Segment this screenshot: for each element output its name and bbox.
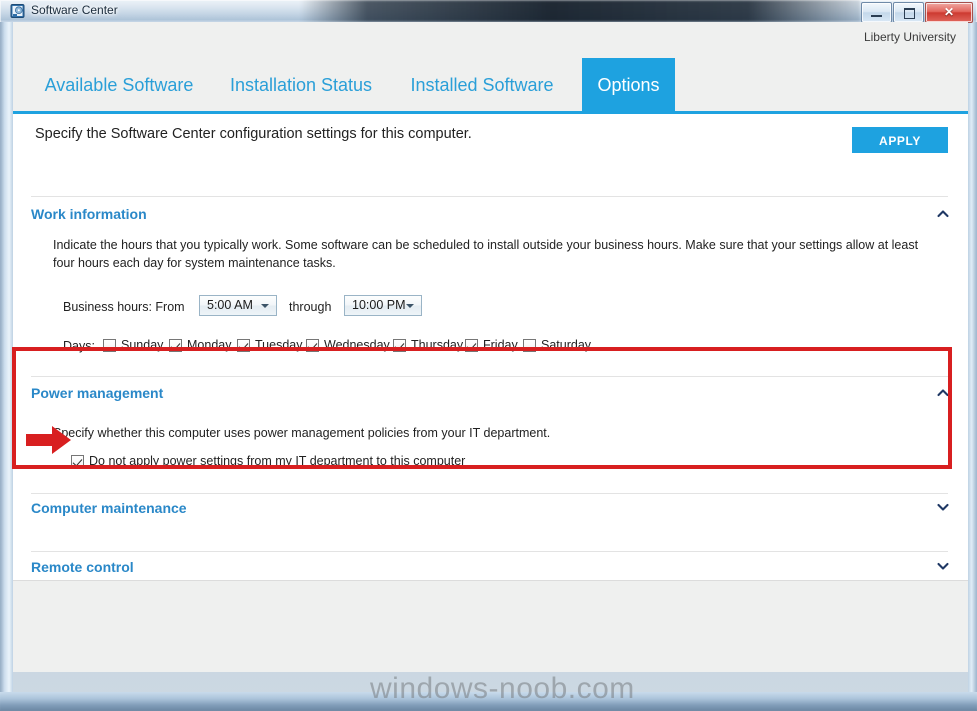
checkbox-saturday-box xyxy=(523,338,536,352)
tab-bar: Available Software Installation Status I… xyxy=(13,58,968,113)
chevron-up-icon-work-information[interactable] xyxy=(936,207,950,221)
checkbox-tuesday-label: Tuesday xyxy=(255,338,303,352)
checkbox-thursday-label: Thursday xyxy=(411,338,464,352)
business-hours-to-value: 10:00 PM xyxy=(352,298,406,312)
day-checkbox-monday[interactable]: Monday xyxy=(169,338,231,352)
window-title: Software Center xyxy=(31,3,118,17)
day-checkbox-wednesday[interactable]: Wednesday xyxy=(306,338,390,352)
screen: Software Center ✕ Liberty University Ava… xyxy=(0,0,977,711)
business-hours-from-select[interactable]: 5:00 AM xyxy=(199,295,277,316)
frame-bottom-border xyxy=(0,692,977,711)
business-hours-to-select[interactable]: 10:00 PM xyxy=(344,295,422,316)
power-settings-checkbox[interactable]: Do not apply power settings from my IT d… xyxy=(71,454,465,468)
day-checkbox-friday[interactable]: Friday xyxy=(465,338,518,352)
minimize-button[interactable] xyxy=(861,2,892,23)
annotation-arrow-icon xyxy=(26,425,72,455)
maximize-button[interactable] xyxy=(893,2,924,23)
section-title-power-management[interactable]: Power management xyxy=(31,385,163,401)
maximize-icon xyxy=(904,8,915,19)
chevron-down-icon-to xyxy=(406,304,414,308)
footer-bar xyxy=(13,580,968,672)
close-button[interactable]: ✕ xyxy=(925,2,973,23)
divider-remote-control xyxy=(31,551,948,552)
section-description-work-information: Indicate the hours that you typically wo… xyxy=(53,238,919,271)
application-body: Liberty University Available Software In… xyxy=(13,22,968,672)
chevron-up-icon-power-management[interactable] xyxy=(936,386,950,400)
business-hours-label: Business hours: From xyxy=(63,300,185,314)
checkbox-thursday-box xyxy=(393,338,406,352)
day-checkbox-saturday[interactable]: Saturday xyxy=(523,338,591,352)
checkbox-tuesday-box xyxy=(237,338,250,352)
minimize-icon xyxy=(871,15,882,17)
options-content: Specify the Software Center configuratio… xyxy=(13,114,968,580)
title-bar[interactable]: Software Center ✕ xyxy=(0,0,977,23)
page-intro: Specify the Software Center configuratio… xyxy=(35,126,472,142)
checkbox-monday-label: Monday xyxy=(187,338,232,352)
checkbox-power-settings-label: Do not apply power settings from my IT d… xyxy=(89,454,466,468)
chevron-down-icon-computer-maintenance[interactable] xyxy=(936,500,950,514)
chevron-down-icon-from xyxy=(261,304,269,308)
business-hours-from-value: 5:00 AM xyxy=(207,298,253,312)
checkbox-wednesday-box xyxy=(306,338,319,352)
tab-installation-status[interactable]: Installation Status xyxy=(220,58,382,113)
apply-button[interactable]: APPLY xyxy=(852,127,948,153)
checkbox-friday-box xyxy=(465,338,478,352)
checkbox-sunday-label: Sunday xyxy=(121,338,164,352)
divider-computer-maintenance xyxy=(31,493,948,494)
day-checkbox-sunday[interactable]: Sunday xyxy=(103,338,163,352)
software-center-icon xyxy=(10,3,26,19)
frame-right-border xyxy=(968,22,977,692)
checkbox-friday-label: Friday xyxy=(483,338,518,352)
organization-name: Liberty University xyxy=(863,30,956,44)
divider-power-management xyxy=(31,376,948,377)
tab-available-software[interactable]: Available Software xyxy=(35,58,203,113)
section-title-computer-maintenance[interactable]: Computer maintenance xyxy=(31,500,187,516)
day-checkbox-thursday[interactable]: Thursday xyxy=(393,338,463,352)
business-hours-through-label: through xyxy=(289,300,332,314)
checkbox-saturday-label: Saturday xyxy=(541,338,592,352)
tab-options[interactable]: Options xyxy=(582,58,675,113)
checkbox-wednesday-label: Wednesday xyxy=(324,338,390,352)
checkbox-sunday-box xyxy=(103,338,116,352)
day-checkbox-tuesday[interactable]: Tuesday xyxy=(237,338,302,352)
chevron-down-icon-remote-control[interactable] xyxy=(936,559,950,573)
close-icon: ✕ xyxy=(943,5,955,19)
section-title-work-information[interactable]: Work information xyxy=(31,206,147,222)
section-title-remote-control[interactable]: Remote control xyxy=(31,559,134,575)
section-description-power-management: Specify whether this computer uses power… xyxy=(53,426,551,440)
frame-left-border xyxy=(0,22,13,692)
days-label: Days: xyxy=(63,339,95,353)
window-controls: ✕ xyxy=(860,2,973,23)
tab-installed-software[interactable]: Installed Software xyxy=(402,58,562,113)
checkbox-power-settings-box xyxy=(71,454,84,468)
divider-work-information xyxy=(31,196,948,197)
checkbox-monday-box xyxy=(169,338,182,352)
